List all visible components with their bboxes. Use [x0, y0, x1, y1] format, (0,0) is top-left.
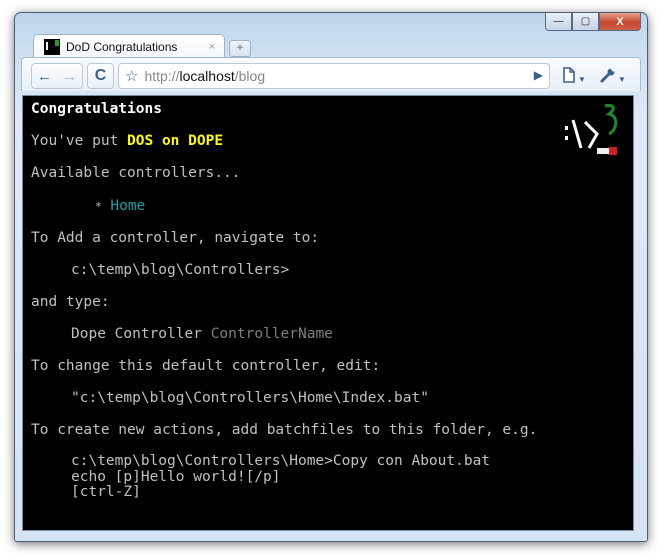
url-scheme: http://: [144, 68, 180, 84]
controller-command: Dope Controller ControllerName: [71, 326, 333, 342]
and-type-label: and type:: [31, 294, 110, 310]
intro-highlight: DOS on DOPE: [127, 133, 224, 149]
bookmark-star-icon[interactable]: ☆: [125, 67, 138, 85]
wrench-icon: [600, 67, 616, 83]
forward-arrow-icon: →: [62, 67, 77, 85]
change-default-instruction: To change this default controller, edit:: [31, 358, 381, 374]
page-icon: [563, 67, 575, 83]
browser-window: — ▢ X DoD Congratulations × + ← → C ☆ ht…: [14, 12, 648, 542]
tools-menu-button[interactable]: ▼: [600, 67, 626, 87]
page-heading: Congratulations: [31, 101, 162, 117]
tab-title: DoD Congratulations: [66, 40, 178, 54]
back-forward-group: ← →: [31, 63, 83, 89]
plus-icon: +: [236, 40, 244, 54]
address-bar[interactable]: ☆ http://localhost/blog ▶: [118, 63, 550, 89]
code-line: c:\temp\blog\Controllers\Home>Copy con A…: [71, 453, 491, 469]
url-text[interactable]: http://localhost/blog: [144, 68, 265, 84]
url-path: /blog: [234, 68, 266, 84]
tab-strip: DoD Congratulations × +: [25, 34, 625, 59]
intro-prefix: You've put: [31, 133, 128, 149]
new-tab-button[interactable]: +: [229, 40, 251, 57]
controller-list-item: * Home: [95, 198, 145, 214]
controller-link-home[interactable]: Home: [110, 198, 145, 214]
minimize-button[interactable]: —: [545, 13, 572, 31]
code-line: [ctrl-Z]: [71, 484, 141, 500]
intro-line: You've put DOS on DOPE: [31, 133, 223, 149]
reload-button[interactable]: C: [87, 63, 114, 89]
code-line: echo [p]Hello world![/p]: [71, 468, 281, 485]
chevron-down-icon: ▼: [618, 74, 626, 84]
minimize-icon: —: [553, 16, 564, 27]
bullet-icon: *: [95, 200, 102, 213]
go-button[interactable]: ▶: [534, 68, 543, 82]
back-arrow-icon: ←: [37, 67, 52, 85]
example-code-block: c:\temp\blog\Controllers\Home>Copy con A…: [71, 453, 491, 501]
favicon-icon: [44, 39, 60, 55]
window-controls: — ▢ X: [545, 13, 641, 31]
create-actions-instruction: To create new actions, add batchfiles to…: [31, 422, 538, 438]
chevron-down-icon: ▼: [578, 74, 586, 84]
reload-icon: C: [94, 67, 107, 84]
tab-close-icon[interactable]: ×: [209, 41, 215, 53]
default-controller-file: "c:\temp\blog\Controllers\Home\Index.bat…: [71, 390, 429, 406]
url-host: localhost: [179, 68, 235, 84]
page-menu-button[interactable]: ▼: [562, 67, 586, 87]
command-prefix: Dope Controller: [71, 326, 211, 342]
close-icon: X: [616, 15, 624, 28]
available-controllers-label: Available controllers...: [31, 165, 241, 181]
close-window-button[interactable]: X: [599, 13, 641, 31]
back-button[interactable]: ←: [32, 64, 57, 88]
command-placeholder: ControllerName: [210, 326, 333, 342]
controllers-path: c:\temp\blog\Controllers>: [71, 262, 290, 278]
tab-dod-congratulations[interactable]: DoD Congratulations ×: [33, 34, 225, 59]
page-content: Congratulations You've put DOS on DOPE A…: [22, 95, 634, 531]
navigation-toolbar: ← → C ☆ http://localhost/blog ▶ ▼ ▼: [21, 57, 641, 91]
forward-button[interactable]: →: [57, 64, 82, 88]
maximize-button[interactable]: ▢: [572, 13, 599, 31]
maximize-icon: ▢: [580, 16, 591, 27]
add-controller-instruction: To Add a controller, navigate to:: [31, 230, 320, 246]
dos-on-dope-logo-icon: [565, 104, 618, 155]
play-icon: ▶: [533, 68, 543, 82]
